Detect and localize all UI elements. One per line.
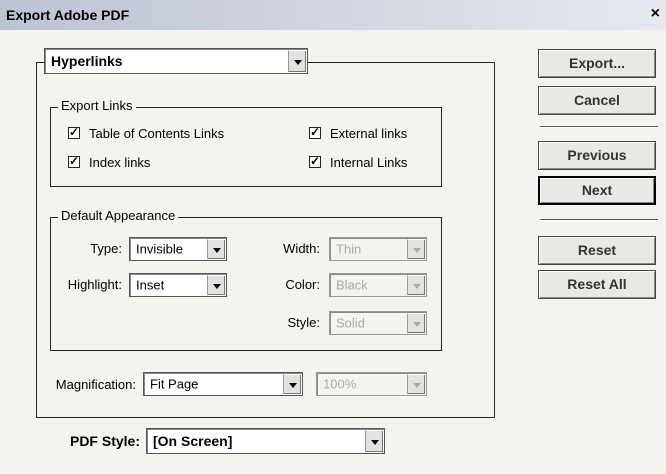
next-button[interactable]: Next (538, 176, 656, 205)
checkbox-box[interactable] (68, 125, 80, 139)
pdf-style-label: PDF Style: (69, 433, 140, 449)
close-icon[interactable]: × (651, 5, 660, 23)
chevron-down-icon[interactable] (407, 239, 425, 259)
style-select[interactable]: Solid (329, 311, 427, 335)
color-label: Color: (285, 277, 320, 292)
type-label: Type: (90, 241, 122, 256)
export-pdf-dialog: Export Adobe PDF × Hyperlinks Export Lin… (0, 0, 666, 474)
cancel-button[interactable]: Cancel (538, 86, 656, 115)
default-appearance-legend: Default Appearance (58, 208, 179, 223)
checkbox-box[interactable] (309, 154, 321, 168)
divider (540, 126, 658, 128)
width-select[interactable]: Thin (329, 237, 427, 261)
export-links-group (50, 107, 442, 187)
zoom-select[interactable]: 100% (316, 372, 427, 396)
chevron-down-icon[interactable] (207, 239, 225, 259)
magnification-select[interactable]: Fit Page (143, 372, 303, 396)
export-button[interactable]: Export... (538, 49, 656, 78)
color-select[interactable]: Black (329, 273, 427, 297)
chevron-down-icon[interactable] (407, 374, 425, 394)
previous-button[interactable]: Previous (538, 141, 656, 170)
reset-button[interactable]: Reset (538, 236, 656, 265)
window-title: Export Adobe PDF (6, 7, 130, 23)
magnification-label: Magnification: (55, 377, 136, 392)
style-label: Style: (287, 315, 320, 330)
chevron-down-icon[interactable] (207, 275, 225, 295)
chevron-down-icon[interactable] (407, 313, 425, 333)
title-bar[interactable]: Export Adobe PDF × (0, 0, 666, 30)
width-label: Width: (283, 241, 320, 256)
highlight-label: Highlight: (67, 277, 122, 292)
checkbox-box[interactable] (309, 125, 321, 139)
chevron-down-icon[interactable] (283, 374, 301, 394)
chevron-down-icon[interactable] (365, 430, 383, 452)
chevron-down-icon[interactable] (288, 50, 306, 72)
checkbox-box[interactable] (68, 154, 80, 168)
type-select[interactable]: Invisible (129, 237, 227, 261)
highlight-select[interactable]: Inset (129, 273, 227, 297)
reset-all-button[interactable]: Reset All (538, 270, 656, 299)
export-links-legend: Export Links (58, 98, 136, 113)
chevron-down-icon[interactable] (407, 275, 425, 295)
panel-select[interactable]: Hyperlinks (44, 48, 308, 74)
pdf-style-select[interactable]: [On Screen] (146, 428, 385, 454)
divider (540, 219, 658, 221)
